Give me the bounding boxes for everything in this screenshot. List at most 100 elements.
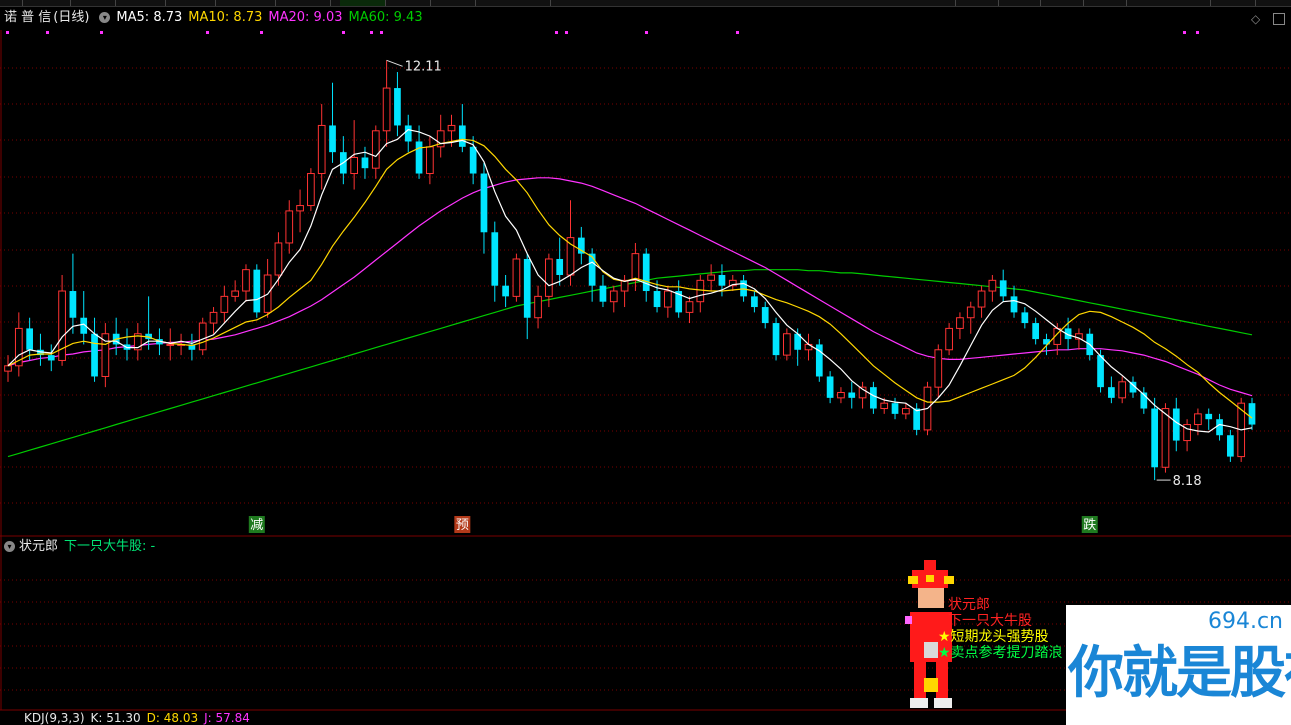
candle-body-down xyxy=(588,253,596,286)
candle-body-up xyxy=(1194,413,1202,426)
ma10-line xyxy=(7,138,1253,419)
candle-body-up xyxy=(837,392,845,399)
settings-circle-icon[interactable]: ▾ xyxy=(99,12,111,23)
top-marker xyxy=(736,31,739,34)
low-price-label: 8.18 xyxy=(1173,474,1202,489)
top-marker xyxy=(1183,31,1186,34)
candle-body-down xyxy=(718,275,726,286)
candle-body-up xyxy=(631,253,640,281)
ma10-value: MA10: 8.73 xyxy=(188,10,263,25)
candle-body-down xyxy=(26,328,33,350)
candle-body-up xyxy=(707,274,715,281)
kdj-d: D: 48.03 xyxy=(146,711,199,725)
ma5-value: MA5: 8.73 xyxy=(116,10,183,25)
candle-body-up xyxy=(512,258,521,297)
candle-body-down xyxy=(329,125,336,153)
candle-body-down xyxy=(1021,312,1029,324)
candle-body-up xyxy=(426,146,434,175)
top-marker xyxy=(645,31,648,34)
ma60-line xyxy=(7,269,1253,458)
top-marker xyxy=(370,31,373,34)
ma60-value: MA60: 9.43 xyxy=(348,10,423,25)
candle-body-up xyxy=(1118,381,1127,399)
candle-body-down xyxy=(1227,435,1234,457)
candle-body-down xyxy=(599,285,607,302)
candle-body-up xyxy=(296,205,304,212)
candle-body-up xyxy=(307,173,315,207)
signal-text: 减 xyxy=(250,518,263,533)
candle-body-down xyxy=(913,408,921,430)
candle-body-up xyxy=(945,327,953,351)
candle-body-down xyxy=(999,280,1007,297)
top-marker xyxy=(206,31,209,34)
high-pointer xyxy=(386,59,403,67)
candle-body-up xyxy=(566,237,575,276)
candle-body-up xyxy=(220,295,229,313)
top-marker xyxy=(555,31,558,34)
overlay-line-4: ★卖点参考提刀踏浪 xyxy=(938,645,1063,661)
top-marker xyxy=(100,31,103,34)
candle-body-up xyxy=(166,343,175,346)
candle-body-down xyxy=(523,258,531,318)
candle-body-down xyxy=(469,146,477,174)
indicator-name[interactable]: 状元郎 xyxy=(19,539,58,554)
main-chart-header: 诺 普 信 (日线) ▾ MA5: 8.73 MA10: 8.73 MA20: 9.03 M… xyxy=(0,8,1291,28)
candle-body-down xyxy=(1151,408,1158,468)
indicator-settings-icon[interactable]: ▾ xyxy=(4,541,15,552)
kdj-k: K: 51.30 xyxy=(90,711,141,725)
candle-body-down xyxy=(826,376,834,398)
top-marker xyxy=(46,31,49,34)
maximize-icon[interactable] xyxy=(1273,13,1285,25)
candle-body-up xyxy=(988,279,997,292)
candle-body-up xyxy=(977,290,986,308)
candle-body-down xyxy=(394,88,401,126)
candle-body-up xyxy=(901,408,910,415)
candle-body-up xyxy=(274,242,283,276)
watermark-url: 694.cn xyxy=(1207,609,1283,634)
candle-body-down xyxy=(751,296,758,308)
high-price-label: 12.11 xyxy=(405,59,442,74)
candle-body-down xyxy=(642,253,650,292)
candle-body-up xyxy=(545,258,553,297)
candle-body-down xyxy=(1216,419,1223,436)
candle-body-up xyxy=(696,279,705,303)
candle-body-up xyxy=(664,290,672,308)
candle-body-down xyxy=(480,173,488,233)
candle-body-down xyxy=(1108,387,1115,398)
candle-body-down xyxy=(491,232,499,286)
indicator-header: ▾ 状元郎 下一只大牛股: - xyxy=(0,537,155,557)
candle-body-up xyxy=(350,157,359,175)
candle-body-down xyxy=(653,291,661,308)
indicator-label: 下一只大牛股: - xyxy=(64,539,156,554)
candle-body-down xyxy=(556,258,564,275)
stock-name[interactable]: 诺 普 信 xyxy=(4,10,51,25)
candle-body-up xyxy=(382,87,391,132)
diamond-icon[interactable]: ◇ xyxy=(1251,12,1260,26)
candle-body-up xyxy=(4,365,12,372)
candle-body-down xyxy=(91,333,98,377)
signal-text: 预 xyxy=(456,518,469,533)
top-marker xyxy=(6,31,9,34)
candle-body-up xyxy=(209,311,218,324)
candle-body-down xyxy=(1032,323,1040,340)
candle-body-down xyxy=(502,285,509,297)
candle-body-up xyxy=(285,210,294,244)
candle-body-down xyxy=(1097,355,1104,388)
candle-body-down xyxy=(848,392,856,398)
candle-body-up xyxy=(685,301,694,313)
top-marker xyxy=(1196,31,1199,34)
period-label: (日线) xyxy=(53,10,90,25)
ma20-value: MA20: 9.03 xyxy=(268,10,343,25)
candle-body-down xyxy=(772,323,780,356)
kdj-header: KDJ(9,3,3) K: 51.30 D: 48.03 J: 57.84 xyxy=(0,711,250,725)
top-marker xyxy=(565,31,568,34)
candle-body-down xyxy=(1172,408,1180,441)
candle-body-down xyxy=(404,125,412,142)
candle-body-up xyxy=(198,322,207,351)
watermark: 694.cn 你就是股神 xyxy=(1066,605,1291,725)
kdj-name[interactable]: KDJ(9,3,3) xyxy=(24,711,85,725)
candle-body-up xyxy=(534,295,542,319)
candle-body-down xyxy=(361,157,369,169)
candle-body-down xyxy=(253,269,261,313)
candle-body-up xyxy=(934,349,943,388)
